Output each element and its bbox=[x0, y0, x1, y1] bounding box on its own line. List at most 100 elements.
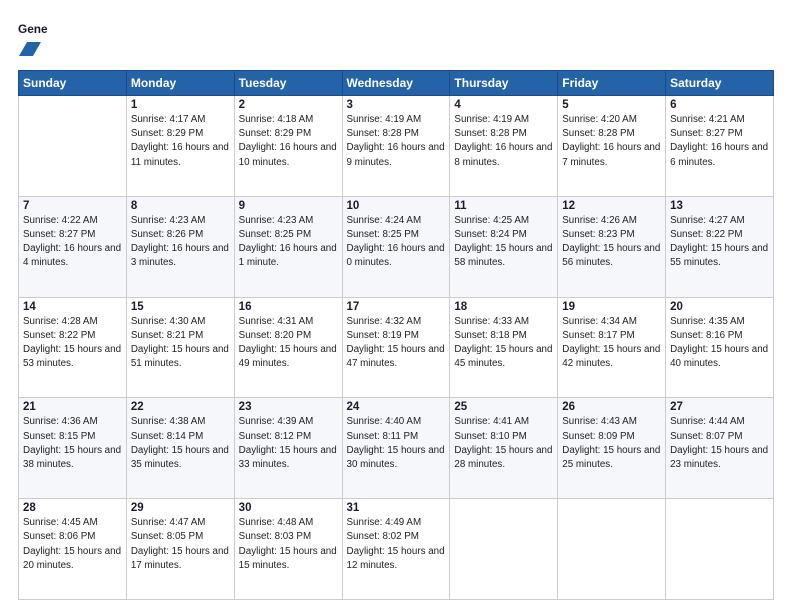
calendar-week-3: 14Sunrise: 4:28 AMSunset: 8:22 PMDayligh… bbox=[19, 297, 774, 398]
calendar-cell: 30 Sunrise: 4:48 AMSunset: 8:03 PMDayligh… bbox=[234, 499, 342, 600]
weekday-wednesday: Wednesday bbox=[342, 71, 450, 96]
cell-details: Sunrise: 4:23 AMSunset: 8:25 PMDaylight:… bbox=[239, 214, 338, 271]
logo-wave-icon bbox=[19, 38, 41, 60]
cell-details: Sunrise: 4:45 AMSunset: 8:06 PMDaylight:… bbox=[23, 516, 122, 573]
calendar-cell: 16 Sunrise: 4:31 AMSunset: 8:20 PMDayligh… bbox=[234, 297, 342, 398]
cell-details: Sunrise: 4:43 AMSunset: 8:09 PMDaylight:… bbox=[562, 415, 661, 472]
calendar-week-2: 7 Sunrise: 4:22 AMSunset: 8:27 PMDaylight… bbox=[19, 196, 774, 297]
calendar-cell: 20Sunrise: 4:35 AMSunset: 8:16 PMDayligh… bbox=[666, 297, 774, 398]
calendar-week-5: 28 Sunrise: 4:45 AMSunset: 8:06 PMDayligh… bbox=[19, 499, 774, 600]
calendar-cell: 7 Sunrise: 4:22 AMSunset: 8:27 PMDaylight… bbox=[19, 196, 127, 297]
calendar-cell: 3Sunrise: 4:19 AMSunset: 8:28 PMDaylight… bbox=[342, 96, 450, 197]
day-number: 21 bbox=[23, 401, 122, 413]
calendar-cell: 1Sunrise: 4:17 AMSunset: 8:29 PMDaylight… bbox=[126, 96, 234, 197]
cell-details: Sunrise: 4:23 AMSunset: 8:26 PMDaylight:… bbox=[131, 214, 230, 271]
day-number: 19 bbox=[562, 301, 661, 313]
cell-details: Sunrise: 4:48 AMSunset: 8:03 PMDaylight:… bbox=[239, 516, 338, 573]
calendar-cell: 18Sunrise: 4:33 AMSunset: 8:18 PMDayligh… bbox=[450, 297, 558, 398]
calendar-cell: 23 Sunrise: 4:39 AMSunset: 8:12 PMDayligh… bbox=[234, 398, 342, 499]
cell-details: Sunrise: 4:19 AMSunset: 8:28 PMDaylight:… bbox=[347, 113, 446, 170]
weekday-saturday: Saturday bbox=[666, 71, 774, 96]
calendar-cell: 4Sunrise: 4:19 AMSunset: 8:28 PMDaylight… bbox=[450, 96, 558, 197]
cell-details: Sunrise: 4:22 AMSunset: 8:27 PMDaylight:… bbox=[23, 214, 122, 271]
day-number: 10 bbox=[347, 200, 446, 212]
day-number: 13 bbox=[670, 200, 769, 212]
logo: General bbox=[18, 18, 48, 60]
cell-details: Sunrise: 4:32 AMSunset: 8:19 PMDaylight:… bbox=[347, 315, 446, 372]
weekday-tuesday: Tuesday bbox=[234, 71, 342, 96]
day-number: 15 bbox=[131, 301, 230, 313]
calendar-cell: 28 Sunrise: 4:45 AMSunset: 8:06 PMDayligh… bbox=[19, 499, 127, 600]
day-number: 22 bbox=[131, 401, 230, 413]
calendar-cell: 29 Sunrise: 4:47 AMSunset: 8:05 PMDayligh… bbox=[126, 499, 234, 600]
cell-details: Sunrise: 4:20 AMSunset: 8:28 PMDaylight:… bbox=[562, 113, 661, 170]
weekday-monday: Monday bbox=[126, 71, 234, 96]
cell-details: Sunrise: 4:40 AMSunset: 8:11 PMDaylight:… bbox=[347, 415, 446, 472]
day-number: 7 bbox=[23, 200, 122, 212]
day-number: 29 bbox=[131, 502, 230, 514]
day-number: 31 bbox=[347, 502, 446, 514]
cell-details: Sunrise: 4:34 AMSunset: 8:17 PMDaylight:… bbox=[562, 315, 661, 372]
calendar-cell: 2Sunrise: 4:18 AMSunset: 8:29 PMDaylight… bbox=[234, 96, 342, 197]
day-number: 23 bbox=[239, 401, 338, 413]
cell-details: Sunrise: 4:24 AMSunset: 8:25 PMDaylight:… bbox=[347, 214, 446, 271]
cell-details: Sunrise: 4:49 AMSunset: 8:02 PMDaylight:… bbox=[347, 516, 446, 573]
day-number: 28 bbox=[23, 502, 122, 514]
cell-details: Sunrise: 4:36 AMSunset: 8:15 PMDaylight:… bbox=[23, 415, 122, 472]
calendar-cell: 12 Sunrise: 4:26 AMSunset: 8:23 PMDayligh… bbox=[558, 196, 666, 297]
day-number: 9 bbox=[239, 200, 338, 212]
cell-details: Sunrise: 4:44 AMSunset: 8:07 PMDaylight:… bbox=[670, 415, 769, 472]
cell-details: Sunrise: 4:33 AMSunset: 8:18 PMDaylight:… bbox=[454, 315, 553, 372]
cell-details: Sunrise: 4:27 AMSunset: 8:22 PMDaylight:… bbox=[670, 214, 769, 271]
calendar-cell: 25 Sunrise: 4:41 AMSunset: 8:10 PMDayligh… bbox=[450, 398, 558, 499]
cell-details: Sunrise: 4:41 AMSunset: 8:10 PMDaylight:… bbox=[454, 415, 553, 472]
day-number: 6 bbox=[670, 99, 769, 111]
calendar-cell: 11Sunrise: 4:25 AMSunset: 8:24 PMDayligh… bbox=[450, 196, 558, 297]
day-number: 25 bbox=[454, 401, 553, 413]
cell-details: Sunrise: 4:25 AMSunset: 8:24 PMDaylight:… bbox=[454, 214, 553, 271]
calendar-cell: 8 Sunrise: 4:23 AMSunset: 8:26 PMDaylight… bbox=[126, 196, 234, 297]
day-number: 26 bbox=[562, 401, 661, 413]
calendar-week-1: 1Sunrise: 4:17 AMSunset: 8:29 PMDaylight… bbox=[19, 96, 774, 197]
weekday-header-row: SundayMondayTuesdayWednesdayThursdayFrid… bbox=[19, 71, 774, 96]
calendar-cell: 6Sunrise: 4:21 AMSunset: 8:27 PMDaylight… bbox=[666, 96, 774, 197]
calendar-cell: 26 Sunrise: 4:43 AMSunset: 8:09 PMDayligh… bbox=[558, 398, 666, 499]
calendar-cell bbox=[450, 499, 558, 600]
cell-details: Sunrise: 4:35 AMSunset: 8:16 PMDaylight:… bbox=[670, 315, 769, 372]
weekday-friday: Friday bbox=[558, 71, 666, 96]
calendar-cell: 21 Sunrise: 4:36 AMSunset: 8:15 PMDayligh… bbox=[19, 398, 127, 499]
day-number: 16 bbox=[239, 301, 338, 313]
weekday-thursday: Thursday bbox=[450, 71, 558, 96]
calendar-cell: 14Sunrise: 4:28 AMSunset: 8:22 PMDayligh… bbox=[19, 297, 127, 398]
calendar-cell bbox=[19, 96, 127, 197]
weekday-sunday: Sunday bbox=[19, 71, 127, 96]
calendar-cell: 27 Sunrise: 4:44 AMSunset: 8:07 PMDayligh… bbox=[666, 398, 774, 499]
cell-details: Sunrise: 4:39 AMSunset: 8:12 PMDaylight:… bbox=[239, 415, 338, 472]
day-number: 24 bbox=[347, 401, 446, 413]
calendar-cell: 19 Sunrise: 4:34 AMSunset: 8:17 PMDayligh… bbox=[558, 297, 666, 398]
calendar-cell: 13 Sunrise: 4:27 AMSunset: 8:22 PMDayligh… bbox=[666, 196, 774, 297]
svg-text:General: General bbox=[18, 22, 48, 36]
calendar-cell: 15 Sunrise: 4:30 AMSunset: 8:21 PMDayligh… bbox=[126, 297, 234, 398]
day-number: 27 bbox=[670, 401, 769, 413]
day-number: 8 bbox=[131, 200, 230, 212]
day-number: 1 bbox=[131, 99, 230, 111]
calendar-cell bbox=[558, 499, 666, 600]
cell-details: Sunrise: 4:31 AMSunset: 8:20 PMDaylight:… bbox=[239, 315, 338, 372]
page: General SundayMondayTuesdayWednesdayThur… bbox=[0, 0, 792, 612]
day-number: 14 bbox=[23, 301, 122, 313]
day-number: 30 bbox=[239, 502, 338, 514]
calendar-cell: 9 Sunrise: 4:23 AMSunset: 8:25 PMDaylight… bbox=[234, 196, 342, 297]
cell-details: Sunrise: 4:18 AMSunset: 8:29 PMDaylight:… bbox=[239, 113, 338, 170]
cell-details: Sunrise: 4:47 AMSunset: 8:05 PMDaylight:… bbox=[131, 516, 230, 573]
cell-details: Sunrise: 4:26 AMSunset: 8:23 PMDaylight:… bbox=[562, 214, 661, 271]
day-number: 4 bbox=[454, 99, 553, 111]
day-number: 5 bbox=[562, 99, 661, 111]
calendar-cell: 24 Sunrise: 4:40 AMSunset: 8:11 PMDayligh… bbox=[342, 398, 450, 499]
day-number: 17 bbox=[347, 301, 446, 313]
calendar-cell: 22Sunrise: 4:38 AMSunset: 8:14 PMDayligh… bbox=[126, 398, 234, 499]
calendar-cell: 10 Sunrise: 4:24 AMSunset: 8:25 PMDayligh… bbox=[342, 196, 450, 297]
cell-details: Sunrise: 4:30 AMSunset: 8:21 PMDaylight:… bbox=[131, 315, 230, 372]
day-number: 12 bbox=[562, 200, 661, 212]
calendar-cell: 17 Sunrise: 4:32 AMSunset: 8:19 PMDayligh… bbox=[342, 297, 450, 398]
